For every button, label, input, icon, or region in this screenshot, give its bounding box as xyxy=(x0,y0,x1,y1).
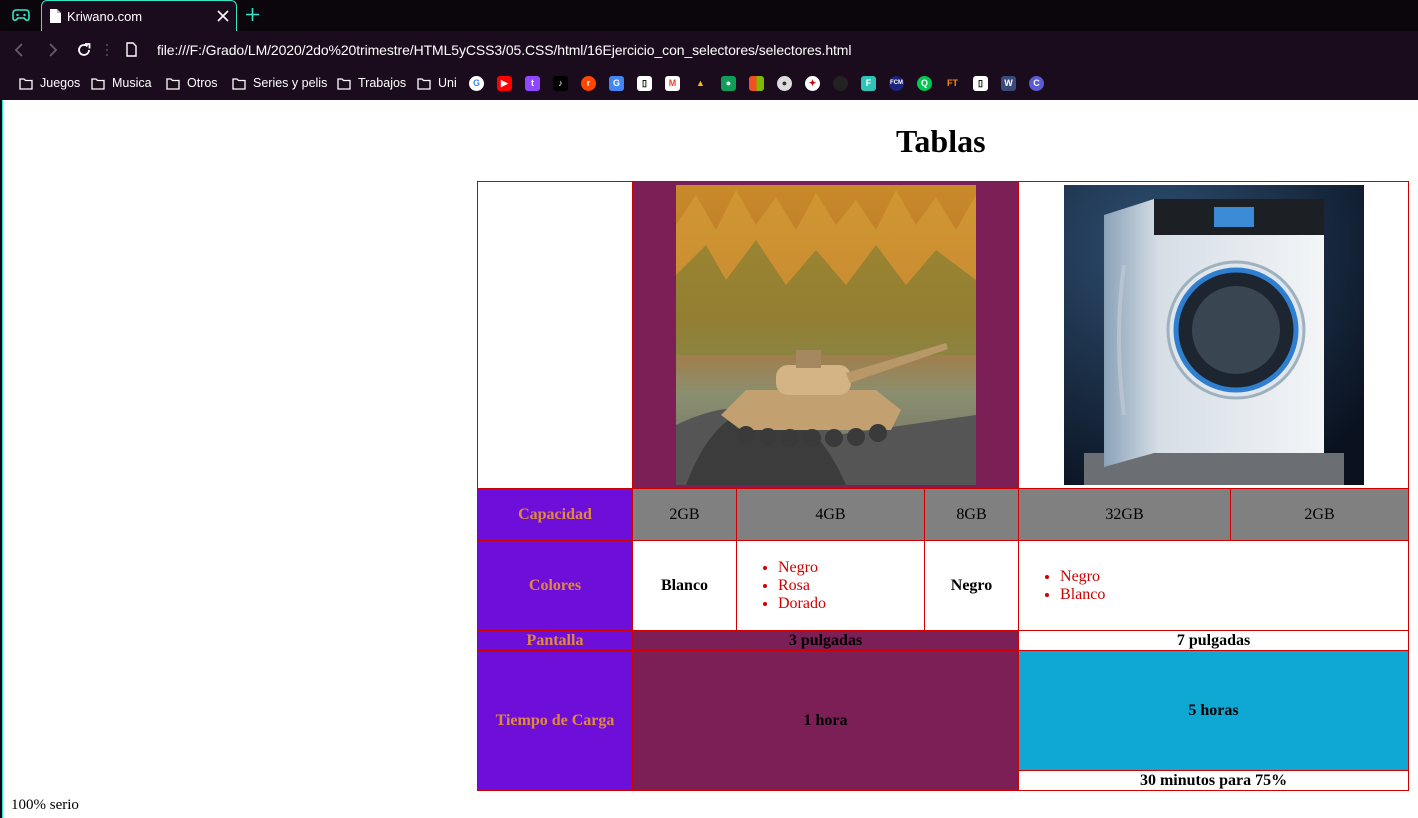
color-cell: Negro xyxy=(923,540,1020,631)
page-title: Tablas xyxy=(896,123,986,159)
doc-icon[interactable]: ▯ xyxy=(637,76,652,91)
color-list: Negro Blanco xyxy=(1019,568,1408,604)
translate-icon[interactable]: G xyxy=(609,76,624,91)
browser-toolbar: file:///F:/Grado/LM/2020/2do%20trimestre… xyxy=(0,31,1418,69)
screen-cell: 7 pulgadas xyxy=(1018,630,1410,651)
tiktok-icon[interactable]: ♪ xyxy=(553,76,568,91)
bookmark-label: Uni xyxy=(438,76,457,90)
c-icon[interactable]: C xyxy=(1029,76,1044,91)
reload-icon[interactable] xyxy=(75,41,93,59)
folder-icon xyxy=(417,78,431,90)
washing-machine-image-cell xyxy=(1018,181,1410,489)
microsoft-icon[interactable] xyxy=(749,76,764,91)
folder-icon xyxy=(232,78,246,90)
separator-icon xyxy=(106,44,108,56)
folder-icon xyxy=(166,78,180,90)
bookmark-label: Otros xyxy=(187,76,218,90)
ball-icon[interactable]: ● xyxy=(777,76,792,91)
capacity-cell: 2GB xyxy=(632,488,737,541)
list-item: Negro xyxy=(1060,568,1408,586)
color-list-cell: Negro Rosa Dorado xyxy=(736,540,925,631)
color-cell: Blanco xyxy=(632,540,737,631)
document-icon xyxy=(50,9,61,23)
tab-title: Kriwano.com xyxy=(67,9,143,24)
browser-tab[interactable]: Kriwano.com xyxy=(41,0,237,31)
mugen-icon[interactable]: ✦ xyxy=(805,76,820,91)
new-tab-icon[interactable] xyxy=(245,7,260,22)
color-list-cell: Negro Blanco xyxy=(1018,540,1410,631)
tiempo-label: Tiempo de Carga xyxy=(477,650,633,791)
empty-corner-cell xyxy=(477,181,633,489)
tank-image-cell xyxy=(631,181,1020,489)
twitch-icon[interactable]: t xyxy=(525,76,540,91)
list-item: Negro xyxy=(778,559,924,577)
doc-icon[interactable]: ▯ xyxy=(973,76,988,91)
charge-time-cell: 5 horas xyxy=(1018,650,1410,771)
bookmark-label: Trabajos xyxy=(358,76,407,90)
capacidad-label: Capacidad xyxy=(477,488,633,541)
forward-arrow-icon[interactable] xyxy=(43,41,61,59)
ft-icon[interactable]: FT xyxy=(945,76,960,91)
fcm-icon[interactable]: FCM xyxy=(889,76,904,91)
bookmark-label: Musica xyxy=(112,76,152,90)
reddit-icon[interactable]: r xyxy=(581,76,596,91)
capacity-cell: 2GB xyxy=(1230,488,1410,541)
address-bar[interactable]: file:///F:/Grado/LM/2020/2do%20trimestre… xyxy=(157,42,851,58)
colores-label: Colores xyxy=(477,540,633,631)
footer-text: 100% serio xyxy=(11,797,79,813)
close-icon[interactable] xyxy=(216,9,230,23)
capacity-cell: 4GB xyxy=(736,488,925,541)
product-table: Capacidad 2GB 4GB 8GB 32GB 2GB Colores B… xyxy=(477,181,1410,791)
color-list: Negro Rosa Dorado xyxy=(737,559,924,613)
google-icon[interactable]: G xyxy=(469,76,484,91)
bookmarks-bar: Juegos Musica Otros Series y pelis Traba… xyxy=(0,69,1418,100)
classroom-icon[interactable]: ● xyxy=(721,76,736,91)
list-item: Dorado xyxy=(778,595,924,613)
page-info-icon[interactable] xyxy=(126,42,137,57)
screen-cell: 3 pulgadas xyxy=(631,630,1020,651)
folder-icon xyxy=(19,78,33,90)
wolf-icon[interactable]: W xyxy=(1001,76,1016,91)
f-icon[interactable]: F xyxy=(861,76,876,91)
charge-time-cell: 1 hora xyxy=(631,650,1020,791)
charge-extra-cell: 30 minutos para 75% xyxy=(1018,770,1410,791)
tab-strip: Kriwano.com xyxy=(0,0,1418,31)
folder-icon xyxy=(337,78,351,90)
list-item: Blanco xyxy=(1060,586,1408,604)
q-icon[interactable]: Q xyxy=(917,76,932,91)
bookmark-label: Series y pelis xyxy=(253,76,328,90)
circle-icon[interactable] xyxy=(833,76,848,91)
youtube-icon[interactable]: ▶ xyxy=(497,76,512,91)
back-arrow-icon[interactable] xyxy=(11,41,29,59)
gamepad-icon[interactable] xyxy=(12,8,30,22)
capacity-cell: 8GB xyxy=(923,488,1020,541)
bookmark-label: Juegos xyxy=(40,76,81,90)
washing-machine-photo xyxy=(1063,185,1364,485)
gmail-icon[interactable]: M xyxy=(665,76,680,91)
tank-photo xyxy=(675,185,976,485)
capacity-cell: 32GB xyxy=(1018,488,1232,541)
list-item: Rosa xyxy=(778,577,924,595)
drive-icon[interactable]: ▲ xyxy=(693,76,708,91)
pantalla-label: Pantalla xyxy=(477,630,633,651)
folder-icon xyxy=(91,78,105,90)
